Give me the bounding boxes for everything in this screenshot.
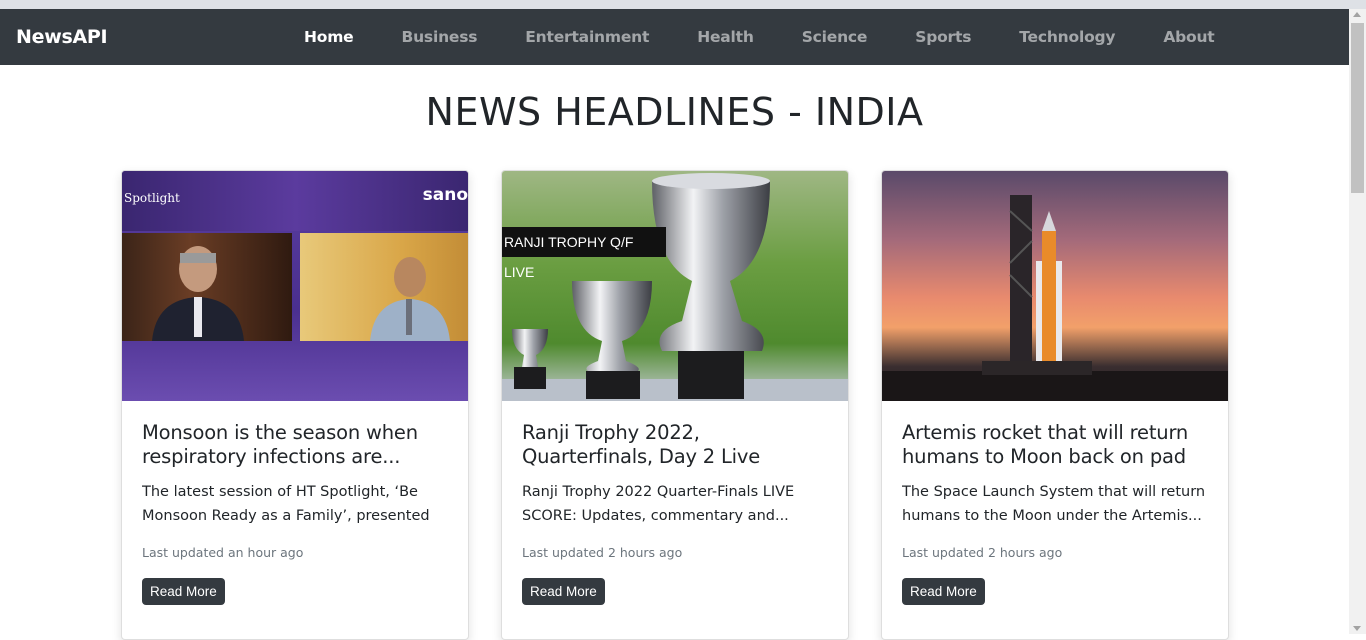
- card-body: Ranji Trophy 2022, Quarterfinals, Day 2 …: [522, 421, 830, 605]
- news-card-image: RANJI TROPHY Q/F LIVE: [502, 171, 848, 401]
- nav-link-business[interactable]: Business: [401, 28, 477, 46]
- nav-link-science[interactable]: Science: [802, 28, 868, 46]
- last-updated: Last updated 2 hours ago: [522, 545, 683, 560]
- nav-link-sports[interactable]: Sports: [915, 28, 971, 46]
- news-card-image: [882, 171, 1228, 401]
- nav-links: Home Business Entertainment Health Scien…: [280, 9, 1239, 65]
- card-description: The Space Launch System that will return…: [902, 484, 1206, 524]
- last-updated: Last updated 2 hours ago: [902, 545, 1063, 560]
- nav-link-about[interactable]: About: [1163, 28, 1214, 46]
- card-description: The latest session of HT Spotlight, ‘Be …: [142, 484, 430, 524]
- page-heading: NEWS HEADLINES - INDIA: [425, 90, 924, 134]
- scrollbar-thumb[interactable]: [1351, 23, 1364, 193]
- scroll-down-arrow-icon[interactable]: [1353, 626, 1361, 631]
- navbar: NewsAPI Home Business Entertainment Heal…: [0, 9, 1349, 65]
- read-more-button[interactable]: Read More: [142, 578, 225, 605]
- news-card: Artemis rocket that will return humans t…: [881, 170, 1229, 640]
- card-description: Ranji Trophy 2022 Quarter-Finals LIVE SC…: [522, 484, 795, 524]
- card-title[interactable]: Artemis rocket that will return humans t…: [902, 421, 1210, 469]
- read-more-button[interactable]: Read More: [522, 578, 605, 605]
- read-more-button[interactable]: Read More: [902, 578, 985, 605]
- image-caption: Spotlight: [124, 191, 180, 205]
- card-body: Artemis rocket that will return humans t…: [902, 421, 1210, 605]
- browser-top-strip: [0, 0, 1366, 9]
- nav-link-home[interactable]: Home: [304, 28, 354, 46]
- live-label: RANJI TROPHY Q/F LIVE: [502, 227, 666, 280]
- vertical-scrollbar[interactable]: [1349, 9, 1366, 634]
- card-title[interactable]: Monsoon is the season when respiratory i…: [142, 421, 450, 469]
- scroll-up-arrow-icon[interactable]: [1353, 12, 1361, 17]
- nav-link-health[interactable]: Health: [697, 28, 754, 46]
- card-title[interactable]: Ranji Trophy 2022, Quarterfinals, Day 2 …: [522, 421, 830, 469]
- brand-logo[interactable]: NewsAPI: [16, 26, 108, 48]
- nav-link-technology[interactable]: Technology: [1019, 28, 1115, 46]
- news-card: Spotlight sano Monsoon is the season whe…: [121, 170, 469, 640]
- image-caption: sano: [422, 185, 468, 205]
- last-updated: Last updated an hour ago: [142, 545, 304, 560]
- news-card: RANJI TROPHY Q/F LIVE Ranji Trophy 2022,…: [501, 170, 849, 640]
- card-body: Monsoon is the season when respiratory i…: [142, 421, 450, 605]
- news-card-image: Spotlight sano: [122, 171, 468, 401]
- nav-link-entertainment[interactable]: Entertainment: [525, 28, 649, 46]
